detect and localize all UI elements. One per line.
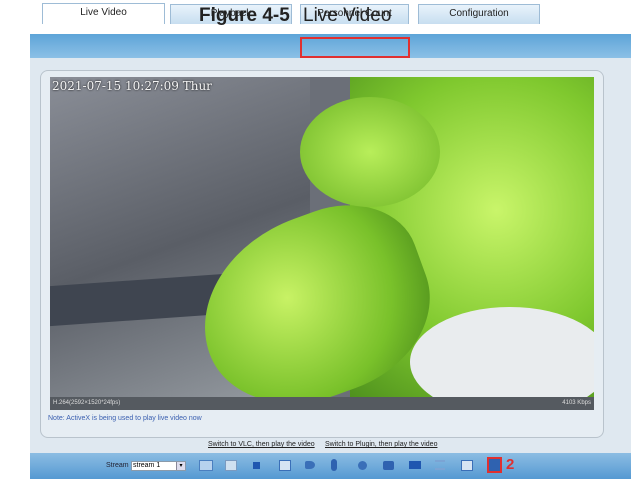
settings-icon[interactable]	[358, 461, 367, 470]
chevron-down-icon: ▾	[176, 462, 185, 470]
audio-icon[interactable]	[305, 461, 315, 469]
live-video-view[interactable]: 2021-07-15 10:27:09 Thur H.264(2592×1520…	[50, 77, 594, 410]
switch-plugin-link[interactable]: Switch to Plugin, then play the video	[325, 441, 437, 448]
record-icon[interactable]	[409, 461, 421, 469]
fullscreen-icon[interactable]	[225, 460, 237, 471]
snapshot-icon[interactable]	[383, 461, 394, 470]
stream-label: Stream	[106, 462, 129, 469]
video-status-bar: H.264(2592×1520*24fps) 4103 Kbps	[50, 397, 594, 410]
record-local-icon[interactable]	[279, 460, 291, 471]
highlight-box-1	[300, 37, 410, 58]
callout-2: 2	[506, 456, 515, 473]
microphone-icon[interactable]	[331, 459, 337, 471]
stop-icon[interactable]	[253, 462, 260, 469]
figure-number: Figure 4-5	[199, 5, 290, 26]
switch-vlc-link[interactable]: Switch to VLC, then play the video	[208, 441, 315, 448]
list-icon[interactable]	[435, 460, 445, 470]
codec-info: H.264(2592×1520*24fps)	[53, 400, 121, 406]
video-timestamp: 2021-07-15 10:27:09 Thur	[52, 79, 212, 93]
image-icon[interactable]	[461, 460, 473, 471]
tab-live-video[interactable]: Live Video	[42, 3, 165, 24]
ptz-icon[interactable]	[199, 460, 213, 471]
activex-note: Note: ActiveX is being used to play live…	[48, 415, 202, 422]
figure-caption: Live Video	[303, 5, 392, 26]
stream-select[interactable]: stream 1 ▾	[131, 461, 186, 471]
highlight-box-2	[487, 457, 502, 473]
bitrate: 4103 Kbps	[562, 400, 591, 406]
tab-configuration[interactable]: Configuration	[418, 4, 540, 24]
